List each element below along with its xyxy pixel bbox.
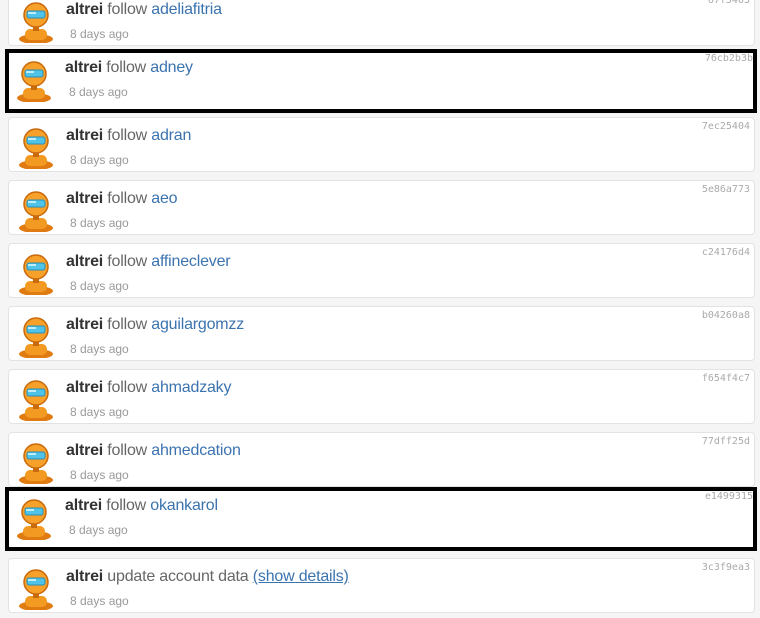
timestamp: 8 days ago	[70, 27, 129, 41]
activity-item: altrei follow adran 8 days ago 7ec25404	[8, 117, 755, 172]
actor-name[interactable]: altrei	[66, 316, 103, 333]
actor-name[interactable]: altrei	[66, 253, 103, 270]
robot-avatar-icon[interactable]	[15, 379, 57, 421]
timestamp: 8 days ago	[70, 405, 129, 419]
activity-item: altrei update account data (show details…	[8, 558, 755, 613]
commit-hash: 5e86a773	[701, 184, 750, 195]
activity-text: altrei follow okankarol	[65, 497, 218, 515]
robot-avatar-icon[interactable]	[15, 442, 57, 484]
commit-hash: c24176d4	[701, 247, 750, 258]
target-user-link[interactable]: ahmedcation	[151, 442, 241, 459]
robot-avatar-icon[interactable]	[13, 60, 55, 102]
target-user-link[interactable]: affineclever	[151, 253, 230, 270]
actor-name[interactable]: altrei	[65, 497, 102, 514]
action-verb: follow	[107, 316, 148, 333]
commit-hash: b04260a8	[701, 310, 750, 321]
activity-item: altrei follow aguilargomzz 8 days ago b0…	[8, 306, 755, 361]
commit-hash: 3c3f9ea3	[701, 562, 750, 573]
target-user-link[interactable]: adeliafitria	[151, 1, 222, 18]
action-verb: update account data	[107, 568, 249, 585]
commit-hash: 7ec25404	[701, 121, 750, 132]
activity-text: altrei follow aguilargomzz	[66, 316, 244, 334]
timestamp: 8 days ago	[70, 153, 129, 167]
action-verb: follow	[106, 59, 147, 76]
target-user-link[interactable]: aguilargomzz	[151, 316, 244, 333]
timestamp: 8 days ago	[70, 216, 129, 230]
timestamp: 8 days ago	[70, 468, 129, 482]
actor-name[interactable]: altrei	[66, 568, 103, 585]
timestamp: 8 days ago	[70, 342, 129, 356]
action-verb: follow	[106, 497, 147, 514]
actor-name[interactable]: altrei	[66, 127, 103, 144]
robot-avatar-icon[interactable]	[13, 498, 55, 540]
actor-name[interactable]: altrei	[66, 442, 103, 459]
timestamp: 8 days ago	[70, 279, 129, 293]
activity-text: altrei update account data (show details…	[66, 568, 349, 586]
activity-feed: altrei follow adeliafitria 8 days ago 67…	[0, 0, 760, 618]
activity-text: altrei follow ahmedcation	[66, 442, 241, 460]
activity-item: altrei follow ahmadzaky 8 days ago f654f…	[8, 369, 755, 424]
activity-text: altrei follow aeo	[66, 190, 178, 208]
activity-item: altrei follow adney 8 days ago 76cb2b3b	[5, 49, 757, 113]
activity-text: altrei follow adney	[65, 59, 193, 77]
activity-item: altrei follow affineclever 8 days ago c2…	[8, 243, 755, 298]
target-user-link[interactable]: adran	[151, 127, 191, 144]
action-verb: follow	[107, 442, 148, 459]
commit-hash: 77dff25d	[701, 436, 750, 447]
robot-avatar-icon[interactable]	[15, 1, 57, 43]
action-verb: follow	[107, 253, 148, 270]
timestamp: 8 days ago	[69, 523, 128, 537]
commit-hash: e1499315	[704, 491, 753, 502]
actor-name[interactable]: altrei	[65, 59, 102, 76]
commit-hash: f654f4c7	[701, 373, 750, 384]
show-details-link[interactable]: (show details)	[253, 568, 349, 585]
action-verb: follow	[107, 127, 148, 144]
activity-text: altrei follow adran	[66, 127, 191, 145]
actor-name[interactable]: altrei	[66, 379, 103, 396]
action-verb: follow	[107, 190, 148, 207]
target-user-link[interactable]: ahmadzaky	[151, 379, 231, 396]
actor-name[interactable]: altrei	[66, 190, 103, 207]
target-user-link[interactable]: okankarol	[150, 497, 218, 514]
activity-item: altrei follow aeo 8 days ago 5e86a773	[8, 180, 755, 235]
timestamp: 8 days ago	[69, 85, 128, 99]
robot-avatar-icon[interactable]	[15, 253, 57, 295]
commit-hash: 67f5405	[707, 0, 750, 6]
activity-text: altrei follow affineclever	[66, 253, 231, 271]
robot-avatar-icon[interactable]	[15, 127, 57, 169]
target-user-link[interactable]: adney	[150, 59, 193, 76]
activity-text: altrei follow ahmadzaky	[66, 379, 231, 397]
activity-text: altrei follow adeliafitria	[66, 1, 222, 19]
action-verb: follow	[107, 379, 148, 396]
action-verb: follow	[107, 1, 148, 18]
activity-item: altrei follow adeliafitria 8 days ago 67…	[8, 0, 755, 46]
robot-avatar-icon[interactable]	[15, 316, 57, 358]
commit-hash: 76cb2b3b	[704, 53, 753, 64]
target-user-link[interactable]: aeo	[151, 190, 177, 207]
activity-item: altrei follow ahmedcation 8 days ago 77d…	[8, 432, 755, 487]
activity-item: altrei follow okankarol 8 days ago e1499…	[5, 487, 757, 551]
actor-name[interactable]: altrei	[66, 1, 103, 18]
robot-avatar-icon[interactable]	[15, 190, 57, 232]
robot-avatar-icon[interactable]	[15, 568, 57, 610]
timestamp: 8 days ago	[70, 594, 129, 608]
